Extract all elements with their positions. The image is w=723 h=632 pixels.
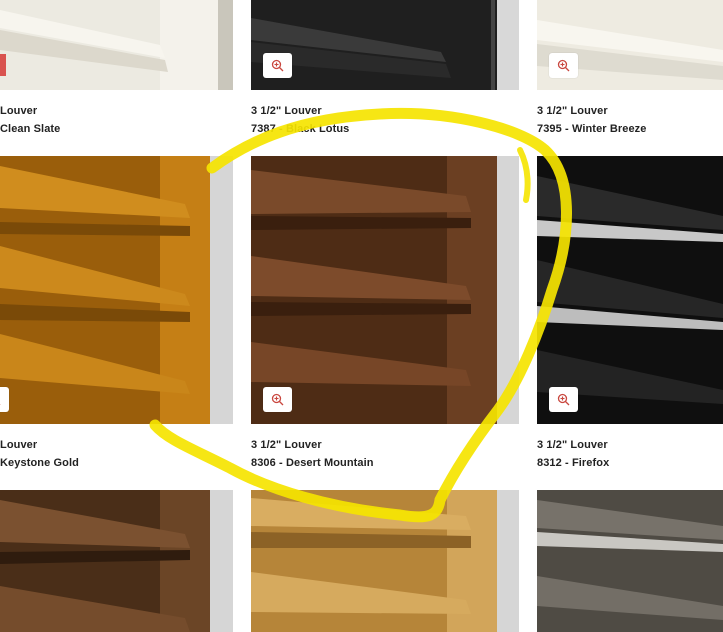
color-name-label: Clean Slate	[0, 123, 61, 135]
swatch-card[interactable]: 3 1/2" Louver 7387 - Black Lotus	[251, 0, 519, 156]
swatch-image[interactable]	[251, 490, 519, 632]
color-name-label: 7395 - Winter Breeze	[537, 123, 647, 135]
shutter-image	[251, 156, 519, 424]
swatch-image[interactable]	[537, 0, 723, 90]
swatch-caption: 3 1/2" Louver 7387 - Black Lotus	[251, 102, 349, 138]
sale-tag	[0, 54, 6, 76]
zoom-button[interactable]	[263, 53, 292, 78]
zoom-button[interactable]	[549, 53, 578, 78]
louver-size-label: 3 1/2" Louver	[251, 105, 322, 117]
shutter-image	[537, 490, 723, 632]
swatch-card[interactable]: 3 1/2" Louver 8306 - Desert Mountain	[251, 156, 519, 490]
zoom-in-icon	[0, 404, 1, 405]
zoom-in-icon	[271, 59, 284, 72]
shutter-image	[537, 156, 723, 424]
louver-size-label: 3 1/2" Louver	[537, 105, 608, 117]
zoom-in-icon	[271, 393, 284, 406]
swatch-caption: Louver Keystone Gold	[0, 436, 79, 472]
swatch-card[interactable]	[251, 490, 519, 632]
shutter-image	[0, 0, 233, 90]
swatch-image[interactable]	[251, 156, 519, 424]
swatch-caption: 3 1/2" Louver 8312 - Firefox	[537, 436, 609, 472]
swatch-caption: 3 1/2" Louver 8306 - Desert Mountain	[251, 436, 374, 472]
shutter-image	[251, 490, 519, 632]
louver-size-label: Louver	[0, 105, 38, 117]
louver-size-label: 3 1/2" Louver	[251, 439, 322, 451]
swatch-image[interactable]	[0, 156, 233, 424]
swatch-image[interactable]	[0, 490, 233, 632]
swatch-image[interactable]	[251, 0, 519, 90]
swatch-card[interactable]: 3 1/2" Louver 8312 - Firefox	[537, 156, 723, 490]
zoom-button[interactable]	[0, 387, 9, 412]
swatch-card[interactable]	[0, 490, 233, 632]
shutter-image	[0, 156, 233, 424]
shutter-image	[0, 490, 233, 632]
color-name-label: 7387 - Black Lotus	[251, 123, 350, 135]
color-name-label: 8306 - Desert Mountain	[251, 457, 374, 469]
swatch-caption: Louver Clean Slate	[0, 102, 60, 138]
zoom-button[interactable]	[549, 387, 578, 412]
swatch-image[interactable]	[0, 0, 233, 90]
louver-size-label: Louver	[0, 439, 38, 451]
swatch-card[interactable]: Louver Keystone Gold	[0, 156, 233, 490]
swatch-card[interactable]: Louver Clean Slate	[0, 0, 233, 156]
swatch-card[interactable]: 3 1/2" Louver 7395 - Winter Breeze	[537, 0, 723, 156]
louver-size-label: 3 1/2" Louver	[537, 439, 608, 451]
color-name-label: Keystone Gold	[0, 457, 79, 469]
zoom-button[interactable]	[263, 387, 292, 412]
color-name-label: 8312 - Firefox	[537, 457, 610, 469]
swatch-caption: 3 1/2" Louver 7395 - Winter Breeze	[537, 102, 647, 138]
zoom-in-icon	[557, 59, 570, 72]
swatch-image[interactable]	[537, 156, 723, 424]
zoom-in-icon	[557, 393, 570, 406]
swatch-card[interactable]	[537, 490, 723, 632]
swatch-image[interactable]	[537, 490, 723, 632]
